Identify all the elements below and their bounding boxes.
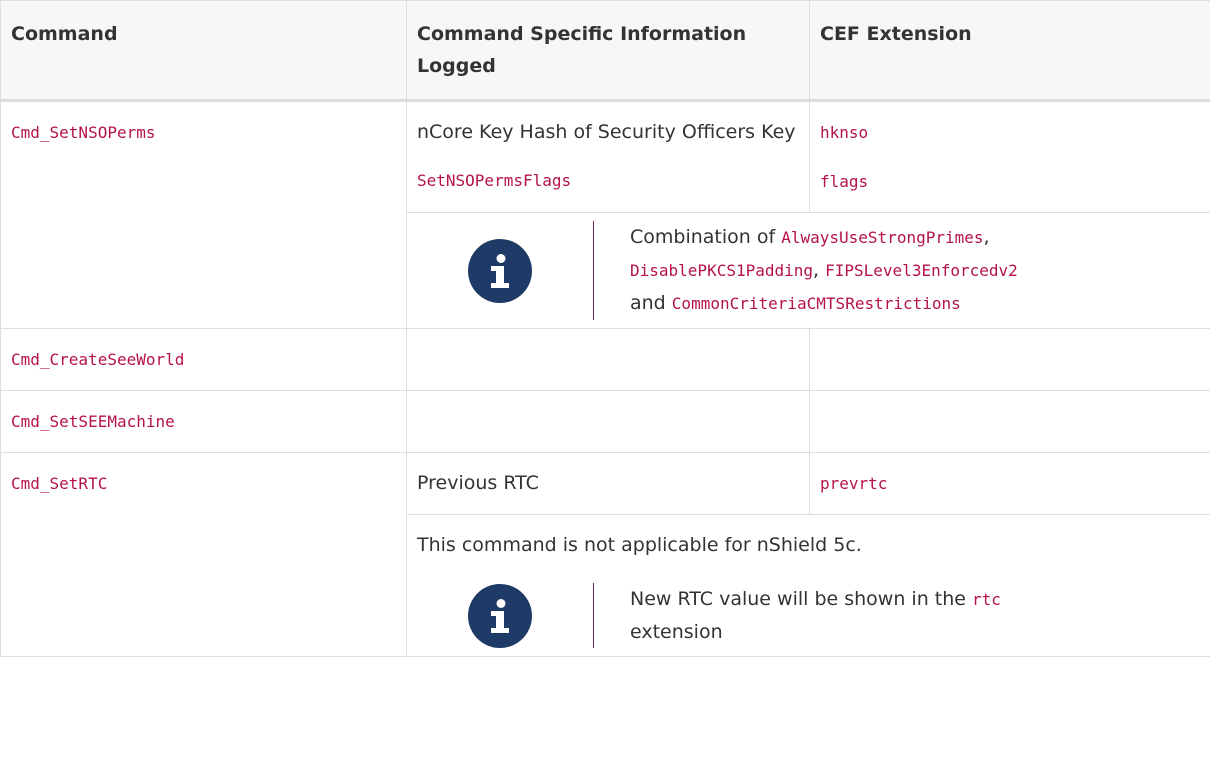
- note-text: Combination of AlwaysUseStrongPrimes, Di…: [593, 221, 1028, 320]
- not-applicable-text: This command is not applicable for nShie…: [417, 534, 862, 556]
- flag-code: AlwaysUseStrongPrimes: [781, 228, 984, 247]
- info-cell: Previous RTC: [406, 452, 810, 515]
- info-icon: [468, 238, 532, 303]
- info-cell: nCore Key Hash of Security Officers Key …: [406, 100, 810, 213]
- header-cef-extension: CEF Extension: [809, 0, 1210, 102]
- table-row: Cmd_SetRTC Previous RTC prevrtc: [0, 452, 1210, 657]
- cef-cell: [809, 328, 1210, 391]
- command-log-table: Command Command Specific Information Log…: [0, 0, 1210, 657]
- command-cell: Cmd_SetRTC: [0, 452, 407, 657]
- command-name: Cmd_SetRTC: [11, 474, 108, 493]
- flag-code: DisablePKCS1Padding: [630, 261, 814, 280]
- flag-code: FIPSLevel3Enforcedv2: [825, 261, 1018, 280]
- table-row: Cmd_SetNSOPerms nCore Key Hash of Securi…: [0, 100, 1210, 329]
- flag-code: rtc: [972, 590, 1001, 609]
- cef-extension: flags: [820, 172, 869, 191]
- header-command: Command: [0, 0, 407, 102]
- cef-cell: hknso flags: [809, 100, 1210, 213]
- info-cell: [406, 328, 810, 391]
- info-icon: [468, 583, 532, 648]
- note-text: New RTC value will be shown in the rtc e…: [593, 583, 1011, 648]
- info-cell: [406, 390, 810, 453]
- command-name: Cmd_SetSEEMachine: [11, 412, 175, 431]
- header-command-specific-info: Command Specific Information Logged: [406, 0, 810, 102]
- command-name: Cmd_CreateSeeWorld: [11, 350, 185, 369]
- cef-cell: prevrtc: [809, 452, 1210, 515]
- cef-cell: [809, 390, 1210, 453]
- command-cell: Cmd_SetNSOPerms: [0, 100, 407, 329]
- admonition-note: Combination of AlwaysUseStrongPrimes, Di…: [407, 221, 1210, 320]
- command-name: Cmd_SetNSOPerms: [11, 123, 156, 142]
- command-cell: Cmd_CreateSeeWorld: [0, 328, 407, 391]
- note-cell: This command is not applicable for nShie…: [406, 514, 1210, 657]
- header-row: Command Command Specific Information Log…: [0, 0, 1210, 102]
- flag-code: CommonCriteriaCMTSRestrictions: [671, 294, 961, 313]
- table-row: Cmd_CreateSeeWorld: [0, 328, 1210, 391]
- admonition-note: New RTC value will be shown in the rtc e…: [407, 583, 1200, 648]
- command-cell: Cmd_SetSEEMachine: [0, 390, 407, 453]
- info-text: Previous RTC: [417, 472, 539, 494]
- cef-extension: prevrtc: [820, 474, 888, 493]
- table-row: Cmd_SetSEEMachine: [0, 390, 1210, 453]
- cef-extension: hknso: [820, 123, 869, 142]
- info-text: nCore Key Hash of Security Officers Key: [417, 121, 796, 143]
- info-code: SetNSOPermsFlags: [417, 171, 572, 190]
- note-cell: Combination of AlwaysUseStrongPrimes, Di…: [406, 212, 1210, 329]
